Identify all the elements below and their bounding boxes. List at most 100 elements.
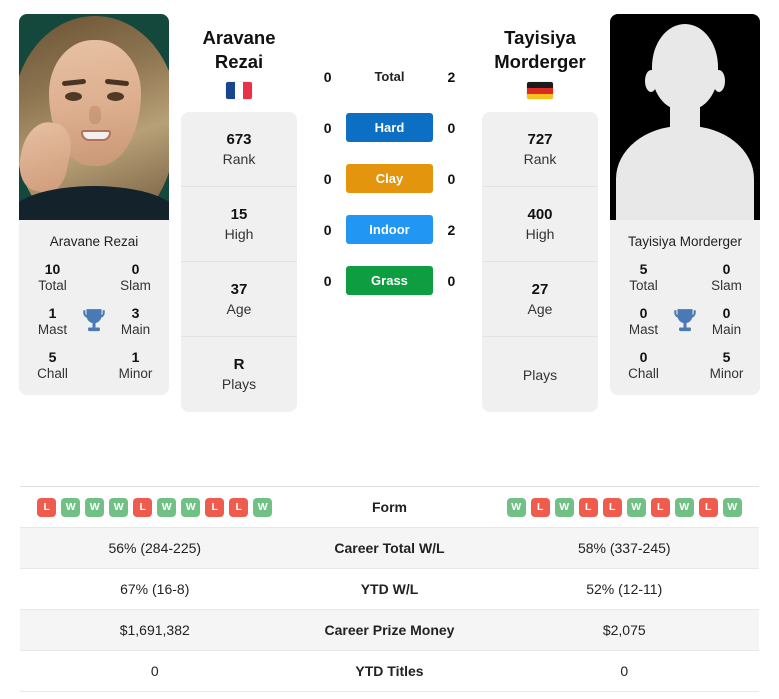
h2h-row-total: 0 Total 2 <box>317 62 462 91</box>
left-titles-card: Aravane Rezai 10 Total 0 Slam 1 Mast 3 M… <box>19 220 169 395</box>
left-mast-label: Mast <box>37 322 68 337</box>
form-badge: W <box>61 497 81 517</box>
form-badge: W <box>674 497 694 517</box>
row-label-career-wl: Career Total W/L <box>334 540 445 556</box>
left-ytd-wl: 67% (16-8) <box>120 581 190 597</box>
left-high-value: 15 <box>230 205 248 223</box>
left-main-label: Main <box>120 322 151 337</box>
form-badge: W <box>554 497 574 517</box>
right-player-card[interactable]: Tayisiya Morderger 5 Total 0 Slam 0 Mast… <box>610 14 760 395</box>
left-rank-label: Rank <box>222 150 256 167</box>
left-minor-value: 1 <box>131 349 140 365</box>
h2h-hard-right: 0 <box>447 119 456 136</box>
fr-flag-icon <box>226 82 252 100</box>
right-photo-caption: Tayisiya Morderger <box>627 234 743 249</box>
h2h-clay-label[interactable]: Clay <box>346 164 433 193</box>
h2h-row-clay: 0 Clay 0 <box>317 164 462 193</box>
form-badge: L <box>698 497 718 517</box>
left-plays-label: Plays <box>221 376 257 393</box>
right-career-wl: 58% (337-245) <box>577 540 671 556</box>
right-player-silhouette-illustration <box>610 14 760 220</box>
left-rank-value: 673 <box>226 130 252 148</box>
right-age-value: 27 <box>531 280 549 298</box>
right-chall-value: 0 <box>639 349 648 365</box>
right-player-name[interactable]: Tayisiya Morderger <box>494 26 586 73</box>
right-age-cell: 27 Age <box>482 262 598 338</box>
right-plays-label: Plays <box>522 366 558 383</box>
right-slam-label: Slam <box>711 278 742 293</box>
left-form-cell: LWWWLWWLLW <box>20 487 290 528</box>
trophy-icon <box>667 307 703 335</box>
left-stat-stack: 673 Rank 15 High 37 Age R Plays <box>181 112 297 413</box>
left-total-value: 10 <box>44 261 61 277</box>
left-high-cell: 15 High <box>181 187 297 263</box>
left-name-line2: Rezai <box>214 50 264 72</box>
form-badge: W <box>85 497 105 517</box>
form-badge: L <box>229 497 249 517</box>
form-badge: L <box>602 497 622 517</box>
left-career-wl: 56% (284-225) <box>108 540 202 556</box>
h2h-clay-right: 0 <box>447 170 456 187</box>
left-age-cell: 37 Age <box>181 262 297 338</box>
form-badge: W <box>181 497 201 517</box>
left-minor-label: Minor <box>118 366 153 381</box>
right-mast-titles: 0 Mast <box>620 305 667 337</box>
left-slam-value: 0 <box>131 261 140 277</box>
left-titles-row-2: 1 Mast 3 Main <box>29 305 159 337</box>
right-slam-titles: 0 Slam <box>703 261 750 293</box>
right-total-label: Total <box>629 278 658 293</box>
right-high-cell: 400 High <box>482 187 598 263</box>
right-plays-cell: Plays <box>482 337 598 412</box>
right-form-badges: WLWLLWLWLW <box>490 497 760 517</box>
left-rank-cell: 673 Rank <box>181 112 297 188</box>
form-badge: W <box>253 497 273 517</box>
right-minor-titles: 5 Minor <box>703 349 750 381</box>
h2h-indoor-label[interactable]: Indoor <box>346 215 433 244</box>
h2h-indoor-right: 2 <box>447 221 456 238</box>
left-prize-money: $1,691,382 <box>119 622 190 638</box>
table-row-ytd-titles: 0 YTD Titles 0 <box>20 651 759 692</box>
left-total-label: Total <box>38 278 67 293</box>
left-player-card[interactable]: Aravane Rezai 10 Total 0 Slam 1 Mast 3 M… <box>19 14 169 395</box>
player-comparison-page: Aravane Rezai 10 Total 0 Slam 1 Mast 3 M… <box>0 0 779 699</box>
right-rank-label: Rank <box>523 150 557 167</box>
form-badge: L <box>133 497 153 517</box>
trophy-icon-svg <box>83 309 105 332</box>
left-ytd-titles: 0 <box>150 663 159 679</box>
right-main-value: 0 <box>722 305 731 321</box>
right-prize-money: $2,075 <box>602 622 646 638</box>
h2h-grass-label[interactable]: Grass <box>346 266 433 295</box>
right-rank-value: 727 <box>527 130 553 148</box>
right-chall-label: Chall <box>628 366 659 381</box>
left-main-titles: 3 Main <box>112 305 159 337</box>
h2h-row-hard: 0 Hard 0 <box>317 113 462 142</box>
right-mast-label: Mast <box>628 322 659 337</box>
h2h-total-right: 2 <box>447 68 456 85</box>
right-form-cell: WLWLLWLWLW <box>490 487 760 528</box>
right-name-line1: Tayisiya <box>504 27 576 48</box>
left-name-line1: Aravane <box>202 27 276 48</box>
left-player-portrait-illustration <box>19 14 169 220</box>
form-badge: L <box>650 497 670 517</box>
form-badge: W <box>109 497 129 517</box>
form-badge: W <box>506 497 526 517</box>
right-ytd-wl: 52% (12-11) <box>586 581 663 597</box>
row-label-ytd-wl: YTD W/L <box>360 581 419 597</box>
h2h-total-left: 0 <box>323 68 332 85</box>
left-player-name[interactable]: Aravane Rezai <box>202 26 275 73</box>
right-minor-value: 5 <box>722 349 731 365</box>
h2h-hard-label[interactable]: Hard <box>346 113 433 142</box>
h2h-indoor-left: 0 <box>323 221 332 238</box>
right-main-label: Main <box>711 322 742 337</box>
right-titles-row-3: 0 Chall 5 Minor <box>620 349 750 381</box>
form-badge: L <box>205 497 225 517</box>
left-slam-label: Slam <box>120 278 151 293</box>
form-badge: L <box>530 497 550 517</box>
comparison-header: Aravane Rezai 10 Total 0 Slam 1 Mast 3 M… <box>0 0 779 470</box>
left-high-label: High <box>224 225 254 242</box>
h2h-grass-right: 0 <box>447 272 456 289</box>
right-stat-stack: 727 Rank 400 High 27 Age Plays <box>482 112 598 413</box>
right-mast-value: 0 <box>639 305 648 321</box>
right-titles-row-2: 0 Mast 0 Main <box>620 305 750 337</box>
form-badge: W <box>722 497 742 517</box>
